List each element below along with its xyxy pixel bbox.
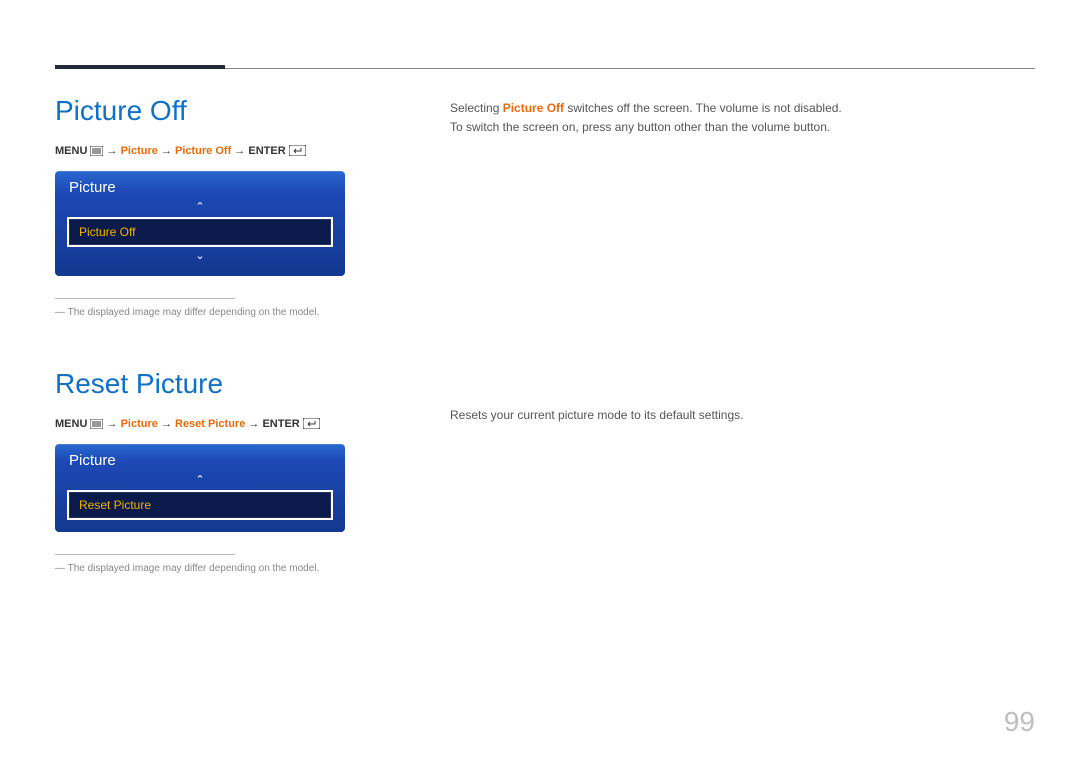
menu-label: MENU [55,418,87,430]
body-text: switches off the screen. The volume is n… [564,101,842,115]
arrow-sep: → [161,418,175,430]
menu-label: MENU [55,145,87,157]
path-level1: Picture [121,145,158,157]
osd-panel-picture-off: Picture ⌃ Picture Off ⌄ [55,171,345,276]
osd-title: Picture [69,452,333,469]
menu-path-picture-off: MENU → Picture → Picture Off → ENTER [55,145,415,159]
menu-path-reset-picture: MENU → Picture → Reset Picture → ENTER [55,418,415,432]
enter-icon [303,418,320,432]
enter-label: ENTER [262,418,299,430]
arrow-sep: → [107,418,121,430]
body-text: Resets your current picture mode to its … [450,408,1030,422]
arrow-sep: → [248,418,262,430]
footnote: The displayed image may differ depending… [55,563,415,574]
osd-selected-item: Reset Picture [67,490,333,520]
chevron-down-icon: ⌄ [67,251,333,262]
arrow-sep: → [107,145,121,157]
menu-icon [90,419,103,432]
path-level2: Picture Off [175,145,231,157]
page-number: 99 [1004,706,1035,738]
enter-label: ENTER [248,145,285,157]
body-text-picture-off: Selecting Picture Off switches off the s… [450,99,1030,137]
header-rule [225,68,1035,69]
path-level2: Reset Picture [175,418,245,430]
section-reset-picture: Reset Picture MENU → Picture → Reset Pic… [55,368,415,574]
footnote: The displayed image may differ depending… [55,307,415,318]
path-level1: Picture [121,418,158,430]
body-text: To switch the screen on, press any butto… [450,118,1030,137]
enter-icon [289,145,306,159]
section-heading-reset-picture: Reset Picture [55,368,415,400]
body-text: Selecting [450,101,503,115]
osd-panel-reset-picture: Picture ⌃ Reset Picture [55,444,345,532]
body-emphasis: Picture Off [503,101,564,115]
section-heading-picture-off: Picture Off [55,95,415,127]
divider [55,298,235,299]
menu-icon [90,146,103,159]
left-column: Picture Off MENU → Picture → Picture Off… [55,95,415,574]
chevron-up-icon: ⌃ [67,202,333,213]
body-text-reset-picture: Resets your current picture mode to its … [450,408,1030,422]
arrow-sep: → [161,145,175,157]
osd-selected-item: Picture Off [67,217,333,247]
chevron-up-icon: ⌃ [67,475,333,486]
osd-title: Picture [69,179,333,196]
arrow-sep: → [234,145,248,157]
header-accent-bar [55,65,225,69]
divider [55,554,235,555]
